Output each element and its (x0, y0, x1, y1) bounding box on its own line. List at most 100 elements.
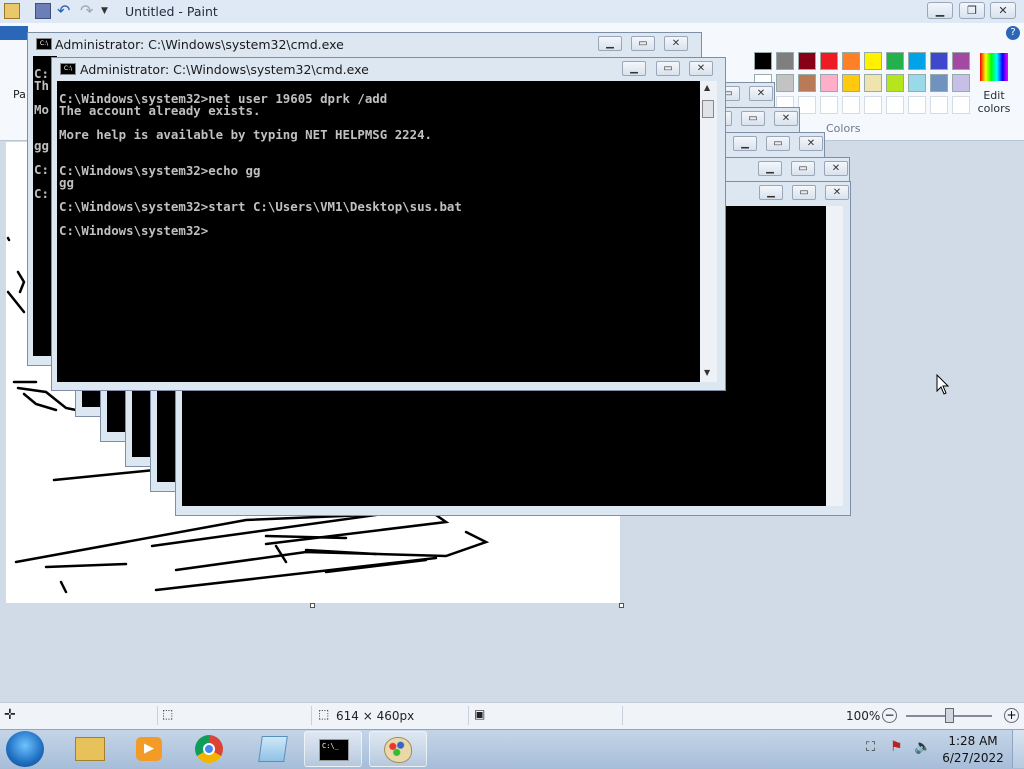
color-swatch[interactable] (842, 52, 860, 70)
color-swatch[interactable] (798, 52, 816, 70)
custom-color-slot[interactable] (886, 96, 904, 114)
color-swatch[interactable] (952, 52, 970, 70)
color-swatch[interactable] (820, 52, 838, 70)
cmd-back-title: Administrator: C:\Windows\system32\cmd.e… (55, 37, 344, 52)
color-swatch[interactable] (886, 52, 904, 70)
statusbar-divider (157, 706, 158, 725)
cmd-stacked-minimize-button[interactable]: ▁ (758, 161, 782, 176)
color-swatch[interactable] (908, 74, 926, 92)
cmd-stacked-maximize-button[interactable]: ▭ (741, 111, 765, 126)
cmd-back-maximize[interactable]: ▭ (631, 36, 655, 51)
color-swatch[interactable] (886, 74, 904, 92)
zoom-out-icon[interactable]: − (882, 708, 897, 723)
cmd-back-close[interactable]: ✕ (664, 36, 688, 51)
cmd-front-console[interactable]: C:\Windows\system32>net user 19605 dprk … (57, 81, 700, 382)
action-center-flag-icon[interactable]: ⚑ (890, 739, 903, 755)
console-line: C: (34, 186, 49, 201)
console-line: More help is available by typing NET HEL… (59, 127, 432, 142)
paste-label-stub[interactable]: Pa (13, 88, 26, 101)
network-icon[interactable]: ⛶ (866, 740, 875, 755)
cmd-front-close[interactable]: ✕ (689, 61, 713, 76)
color-swatch[interactable] (864, 52, 882, 70)
custom-color-slot[interactable] (908, 96, 926, 114)
clock-date[interactable]: 6/27/2022 (933, 751, 1013, 765)
redo-icon[interactable]: ↷ (80, 3, 96, 19)
color-swatch[interactable] (842, 74, 860, 92)
custom-color-slot[interactable] (864, 96, 882, 114)
mouse-cursor-icon (936, 373, 950, 399)
custom-color-slot[interactable] (952, 96, 970, 114)
taskbar-media-player[interactable]: ▶ (120, 731, 178, 767)
restore-button[interactable]: ❐ (959, 2, 985, 19)
customize-toolbar-icon[interactable]: ▼ (101, 3, 117, 19)
cmd-stacked-close-button[interactable]: ✕ (824, 161, 848, 176)
color-swatch[interactable] (798, 74, 816, 92)
cmd-stacked-maximize-button[interactable]: ▭ (791, 161, 815, 176)
color-swatch[interactable] (952, 74, 970, 92)
help-icon[interactable]: ? (1006, 26, 1020, 40)
scroll-thumb[interactable] (702, 100, 714, 118)
color-swatch[interactable] (908, 52, 926, 70)
cmd-back-minimize[interactable]: ▁ (598, 36, 622, 51)
scroll-up-arrow-icon[interactable]: ▲ (704, 83, 710, 92)
cmd-stacked-close-button[interactable]: ✕ (749, 86, 773, 101)
save-icon[interactable] (35, 3, 51, 19)
cmd-front-title: Administrator: C:\Windows\system32\cmd.e… (80, 62, 369, 77)
cmd-stacked-close-button[interactable]: ✕ (799, 136, 823, 151)
start-button[interactable] (6, 731, 44, 767)
color-swatch[interactable] (776, 74, 794, 92)
taskbar-paint[interactable] (369, 731, 427, 767)
custom-color-slot[interactable] (930, 96, 948, 114)
cmd-stacked-minimize-button[interactable]: ▁ (759, 185, 783, 200)
edit-colors-icon[interactable] (980, 53, 1008, 81)
taskbar-explorer[interactable] (60, 731, 118, 767)
cmd-taskbar-icon: C:\_ (319, 739, 349, 761)
notepad-icon (258, 736, 288, 762)
cmd-stacked-scrollbar[interactable] (826, 206, 843, 506)
canvas-size-icon: ⬚ (318, 707, 330, 721)
resize-handle-bottom[interactable] (310, 603, 315, 608)
cmd-stacked-close-button[interactable]: ✕ (825, 185, 849, 200)
scroll-down-arrow-icon[interactable]: ▼ (704, 368, 710, 377)
custom-color-slot[interactable] (798, 96, 816, 114)
color-swatch[interactable] (864, 74, 882, 92)
color-swatch[interactable] (754, 52, 772, 70)
cmd-stacked-minimize-button[interactable]: ▁ (733, 136, 757, 151)
taskbar-cmd[interactable]: C:\_ (304, 731, 362, 767)
custom-color-slot[interactable] (842, 96, 860, 114)
color-swatch[interactable] (820, 74, 838, 92)
custom-color-slot[interactable] (820, 96, 838, 114)
zoom-slider-thumb[interactable] (945, 708, 954, 723)
color-swatch[interactable] (930, 52, 948, 70)
edit-colors-button[interactable]: Edit colors (975, 89, 1013, 115)
cmd-stacked-close-button[interactable]: ✕ (774, 111, 798, 126)
cmd-icon: C:\ (60, 63, 76, 75)
media-player-icon: ▶ (136, 737, 162, 761)
resize-handle-corner[interactable] (619, 603, 624, 608)
statusbar-divider (622, 706, 623, 725)
cmd-front-maximize[interactable]: ▭ (656, 61, 680, 76)
close-button[interactable]: ✕ (990, 2, 1016, 19)
taskbar-chrome[interactable] (180, 731, 238, 767)
cmd-front-minimize[interactable]: ▁ (622, 61, 646, 76)
console-line: C:\Windows\system32> (59, 223, 209, 238)
console-line: The account already exists. (59, 103, 261, 118)
paint-app-icon[interactable] (4, 3, 20, 19)
minimize-button[interactable]: ▁ (927, 2, 953, 19)
clock-time[interactable]: 1:28 AM (933, 734, 1013, 748)
cursor-position-icon: ✛ (4, 707, 16, 723)
cmd-stacked-maximize-button[interactable]: ▭ (792, 185, 816, 200)
statusbar-divider (468, 706, 469, 725)
color-swatch[interactable] (930, 74, 948, 92)
console-line: C:\Windows\system32>echo gg (59, 163, 261, 178)
cmd-stacked-maximize-button[interactable]: ▭ (766, 136, 790, 151)
volume-icon[interactable]: 🔈 (914, 739, 931, 755)
cmd-front-scrollbar[interactable]: ▲ ▼ (700, 81, 717, 382)
file-menu-tab[interactable] (0, 26, 28, 40)
show-desktop-button[interactable] (1012, 730, 1024, 768)
color-swatch[interactable] (776, 52, 794, 70)
undo-icon[interactable]: ↶ (57, 3, 73, 19)
taskbar-notepad[interactable] (244, 731, 302, 767)
zoom-in-icon[interactable]: + (1004, 708, 1019, 723)
